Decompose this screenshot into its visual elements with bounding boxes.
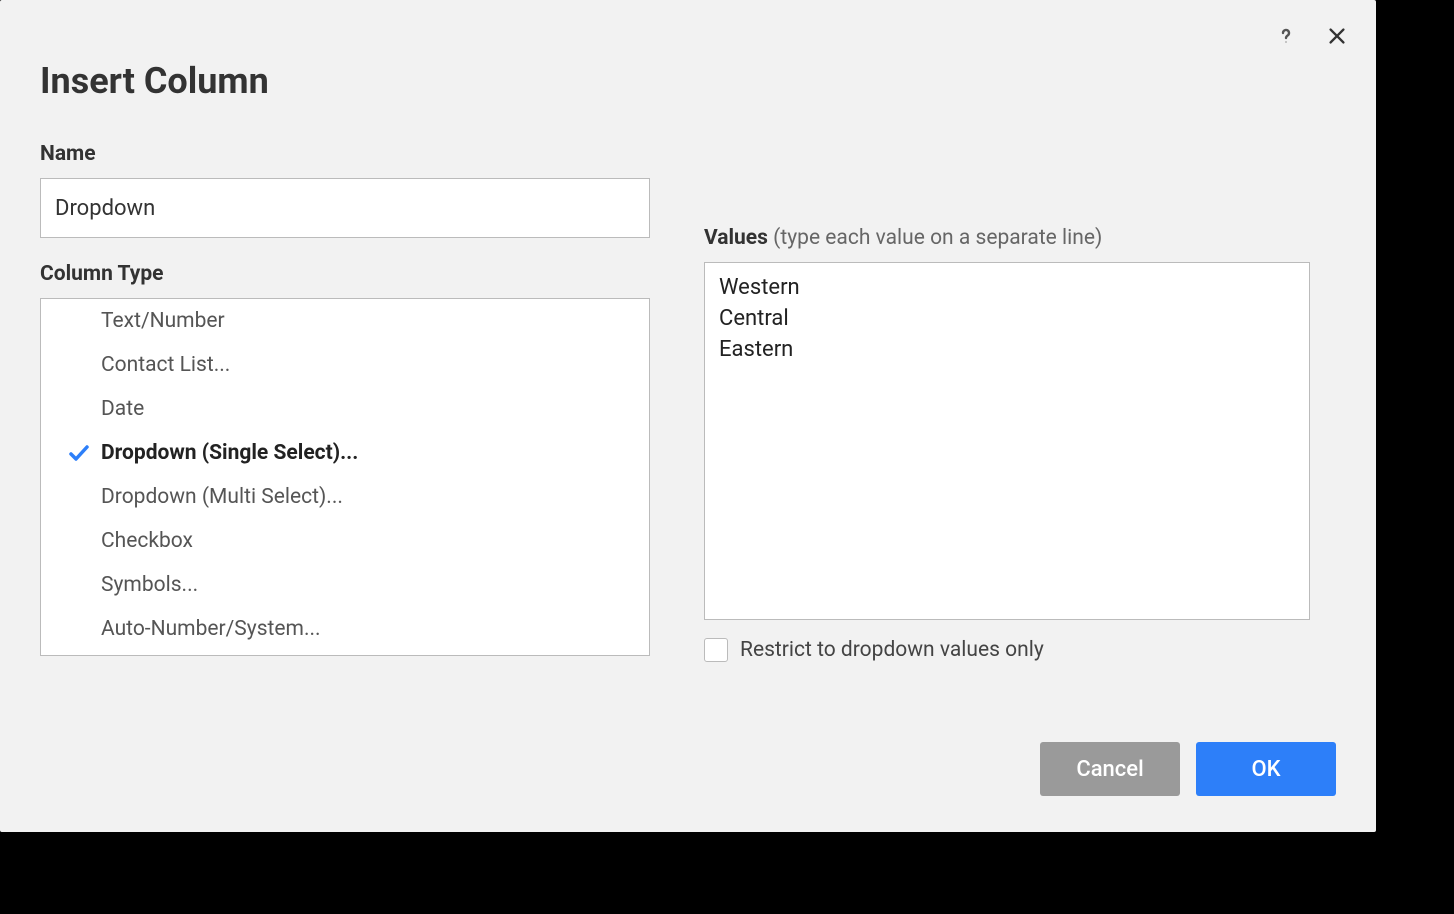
column-type-option[interactable]: Auto-Number/System... bbox=[41, 607, 649, 651]
column-type-option[interactable]: Symbols... bbox=[41, 563, 649, 607]
ok-button[interactable]: OK bbox=[1196, 742, 1336, 796]
column-type-option[interactable]: Text/Number bbox=[41, 299, 649, 343]
help-button[interactable] bbox=[1270, 20, 1302, 57]
column-type-option[interactable]: Dropdown (Multi Select)... bbox=[41, 475, 649, 519]
dialog-footer: Cancel OK bbox=[1040, 742, 1336, 796]
values-label-text: Values bbox=[704, 226, 773, 250]
column-type-list[interactable]: Text/Number Contact List... Date Dropdown (… bbox=[40, 298, 650, 656]
column-type-label: Column Type bbox=[40, 262, 650, 286]
column-type-option[interactable]: Checkbox bbox=[41, 519, 649, 563]
values-label: Values (type each value on a separate li… bbox=[704, 226, 1310, 250]
column-type-option[interactable]: Date bbox=[41, 387, 649, 431]
column-type-option-label: Text/Number bbox=[101, 309, 225, 333]
close-button[interactable] bbox=[1322, 21, 1352, 56]
column-type-option-label: Checkbox bbox=[101, 529, 193, 553]
column-type-option-label: Date bbox=[101, 397, 144, 421]
column-type-option-label: Contact List... bbox=[101, 353, 230, 377]
column-type-option-label: Dropdown (Single Select)... bbox=[101, 441, 358, 465]
column-type-option-label: Dropdown (Multi Select)... bbox=[101, 485, 343, 509]
dialog-header-actions bbox=[1270, 20, 1352, 57]
help-icon bbox=[1274, 27, 1298, 54]
cancel-button[interactable]: Cancel bbox=[1040, 742, 1180, 796]
column-type-option-label: Symbols... bbox=[101, 573, 198, 597]
column-type-option[interactable]: Contact List... bbox=[41, 343, 649, 387]
values-hint: (type each value on a separate line) bbox=[773, 226, 1102, 250]
insert-column-dialog: Insert Column Name Column Type Text/Numb… bbox=[0, 0, 1376, 832]
restrict-label[interactable]: Restrict to dropdown values only bbox=[740, 638, 1044, 662]
column-type-option-label: Auto-Number/System... bbox=[101, 617, 321, 641]
values-textarea[interactable] bbox=[704, 262, 1310, 620]
name-label: Name bbox=[40, 142, 650, 166]
column-type-option[interactable]: Dropdown (Single Select)... bbox=[41, 431, 649, 475]
check-icon bbox=[57, 441, 101, 465]
restrict-checkbox[interactable] bbox=[704, 638, 728, 662]
name-input[interactable] bbox=[40, 178, 650, 238]
close-icon bbox=[1326, 26, 1348, 53]
dialog-title: Insert Column bbox=[40, 60, 1336, 102]
